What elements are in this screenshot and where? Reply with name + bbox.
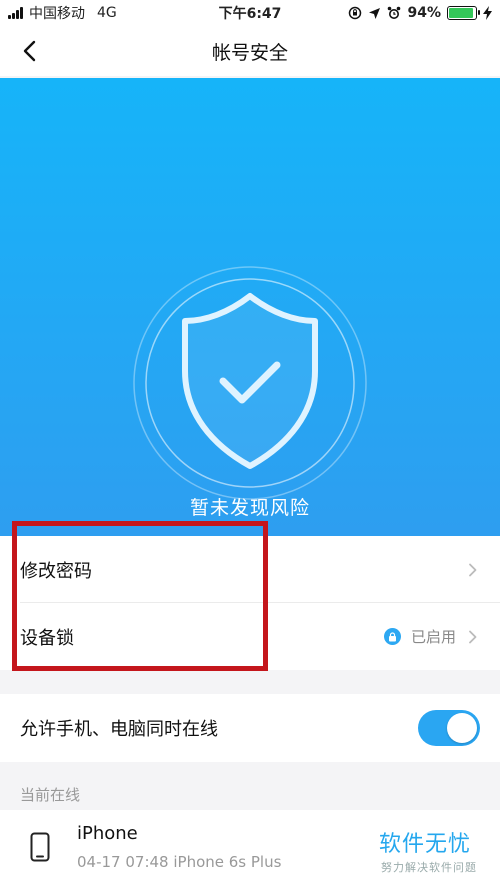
orientation-lock-icon — [349, 6, 362, 20]
nav-bar: 帐号安全 — [0, 26, 500, 76]
security-hero: 暂未发现风险 — [0, 78, 500, 536]
phone-icon — [30, 832, 50, 862]
charging-icon — [483, 6, 492, 20]
lock-icon — [383, 628, 401, 645]
carrier-name: 中国移动 — [29, 6, 85, 22]
allow-multi-online-label: 允许手机、电脑同时在线 — [20, 719, 218, 740]
page-title: 帐号安全 — [211, 41, 288, 64]
status-left: 中国移动 4G — [0, 3, 117, 23]
status-bar: 中国移动 4G 下午6:47 94% — [0, 0, 500, 26]
alarm-icon — [388, 6, 401, 19]
allow-multi-online-item: 允许手机、电脑同时在线 — [0, 694, 500, 762]
current-online-section-label: 当前在线 — [20, 786, 81, 804]
toggle-knob — [447, 713, 477, 743]
shield-check-icon — [133, 266, 367, 500]
chevron-right-icon — [469, 563, 477, 576]
signal-icon — [8, 7, 23, 19]
chevron-right-icon — [469, 630, 477, 643]
network-type: 4G — [97, 5, 117, 21]
back-button[interactable] — [14, 36, 44, 66]
allow-multi-online-toggle[interactable] — [418, 710, 480, 746]
online-setting-card: 允许手机、电脑同时在线 — [0, 694, 500, 762]
watermark-main: 软件无忧 — [379, 832, 472, 857]
location-icon — [369, 7, 381, 19]
security-status-text: 暂未发现风险 — [189, 497, 310, 519]
highlight-annotation — [12, 521, 268, 671]
device-detail: 04-17 07:48 iPhone 6s Plus — [77, 853, 282, 871]
online-device-item[interactable]: iPhone 04-17 07:48 iPhone 6s Plus 软件无忧 努… — [0, 810, 500, 889]
device-name: iPhone — [77, 823, 138, 844]
status-right: 94% — [348, 5, 500, 21]
watermark-sub: 努力解决软件问题 — [381, 861, 477, 874]
battery-icon — [447, 6, 480, 20]
device-lock-status: 已启用 — [410, 628, 456, 646]
chevron-left-icon — [23, 40, 36, 62]
battery-percent: 94% — [407, 5, 441, 21]
